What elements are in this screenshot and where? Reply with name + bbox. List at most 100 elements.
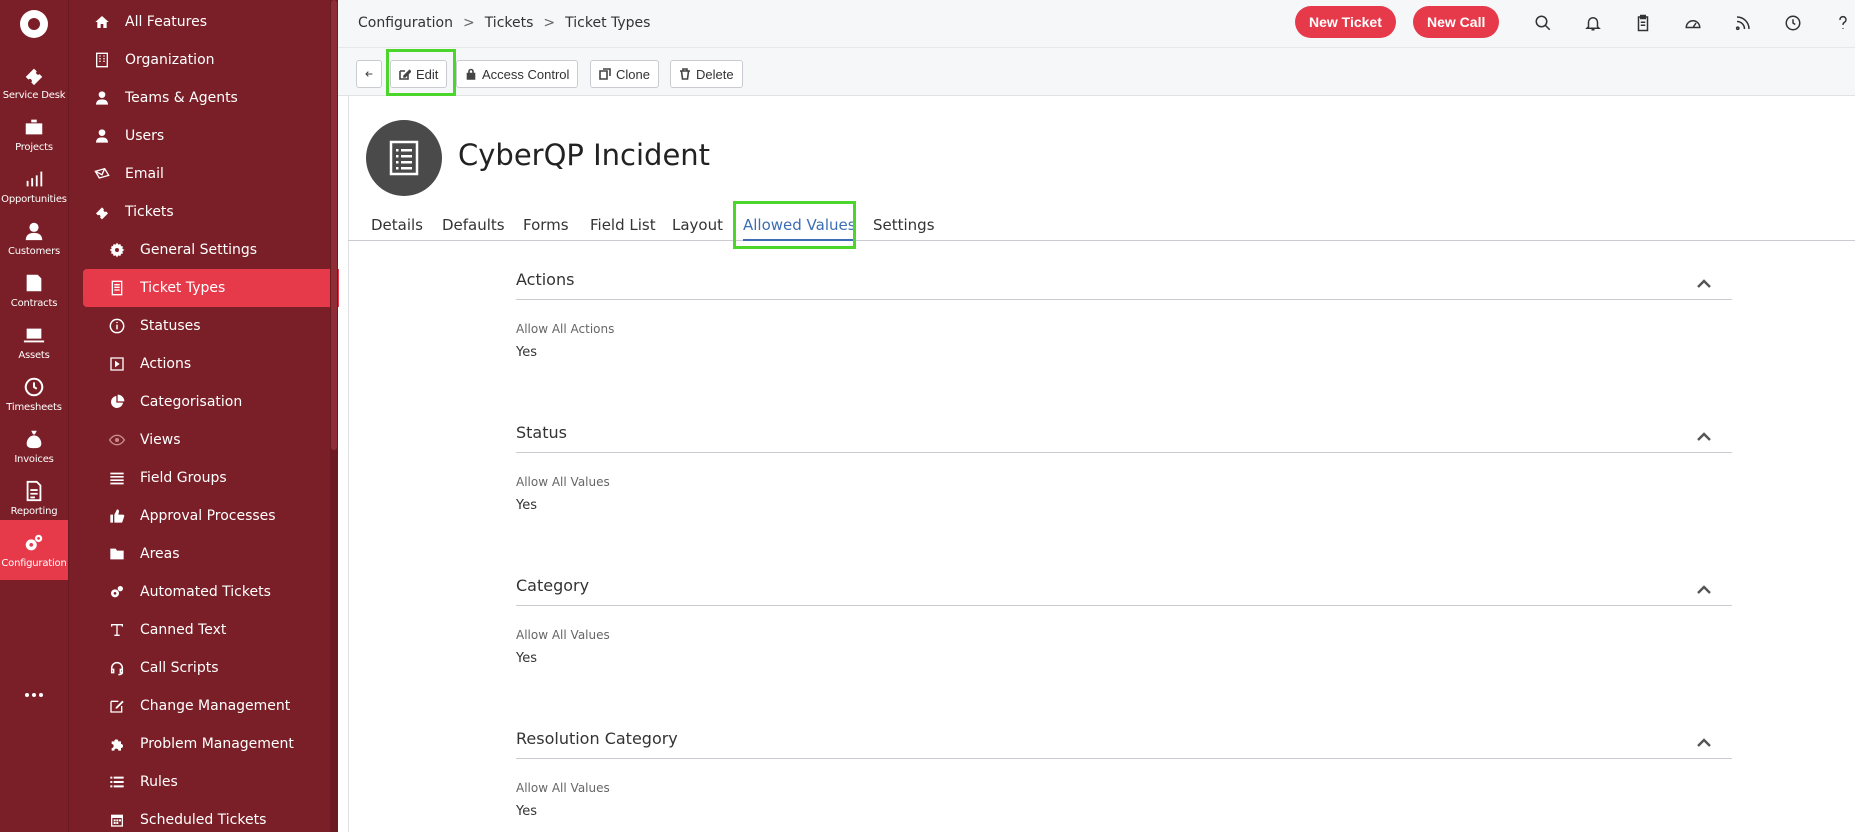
section-header[interactable]: Resolution Category: [516, 721, 1732, 759]
sidebar-item-ticket-types[interactable]: Ticket Types: [83, 269, 339, 307]
app-logo-icon[interactable]: [20, 10, 48, 38]
section-resolution-category: Resolution Category Allow All Values Yes: [516, 721, 1732, 819]
tab-field-list[interactable]: Field List: [590, 216, 656, 234]
document-icon: [108, 279, 126, 297]
rail-item-service-desk[interactable]: Service Desk: [0, 52, 68, 112]
building-icon: [93, 51, 111, 69]
scrollbar-thumb[interactable]: [331, 0, 337, 450]
sidebar-item-problem-management[interactable]: Problem Management: [83, 725, 339, 763]
lock-icon: [466, 68, 476, 80]
breadcrumb-configuration[interactable]: Configuration: [358, 15, 453, 31]
tab-forms[interactable]: Forms: [523, 216, 569, 234]
field-value: Yes: [516, 345, 537, 360]
sidebar-item-canned-text[interactable]: Canned Text: [83, 611, 339, 649]
chevron-up-icon[interactable]: [1696, 733, 1712, 747]
rail-item-timesheets[interactable]: Timesheets: [0, 364, 68, 424]
section-header[interactable]: Actions: [516, 262, 1732, 300]
rss-feed-icon[interactable]: [1732, 12, 1754, 34]
rail-item-invoices[interactable]: Invoices: [0, 416, 68, 476]
sidebar-item-general-settings[interactable]: General Settings: [83, 231, 339, 269]
sidebar-item-label: Organization: [125, 52, 215, 68]
rail-label: Assets: [18, 349, 50, 361]
sidebar-item-label: Change Management: [140, 698, 291, 714]
tab-layout[interactable]: Layout: [672, 216, 723, 234]
rail-label: Invoices: [14, 453, 54, 465]
top-bar: Configuration > Tickets > Ticket Types N…: [338, 0, 1855, 48]
clone-button[interactable]: Clone: [590, 60, 659, 88]
section-actions: Actions Allow All Actions Yes: [516, 262, 1732, 360]
rail-item-customers[interactable]: Customers: [0, 208, 68, 268]
edit-button-highlight: [386, 49, 456, 96]
rail-item-opportunities[interactable]: Opportunities: [0, 156, 68, 216]
tab-details[interactable]: Details: [371, 216, 423, 234]
sidebar-item-automated-tickets[interactable]: Automated Tickets: [83, 573, 339, 611]
sidebar-item-tickets[interactable]: Tickets: [83, 193, 339, 231]
sidebar-item-areas[interactable]: Areas: [83, 535, 339, 573]
moneybag-icon: [26, 430, 42, 448]
edit-icon: [108, 697, 126, 715]
section-title: Resolution Category: [516, 729, 678, 748]
sidebar-item-all-features[interactable]: All Features: [83, 3, 339, 41]
sidebar-item-field-groups[interactable]: Field Groups: [83, 459, 339, 497]
sidebar-item-call-scripts[interactable]: Call Scripts: [83, 649, 339, 687]
rail-label: Timesheets: [6, 401, 62, 413]
back-button[interactable]: [356, 60, 382, 88]
field-value: Yes: [516, 804, 537, 819]
tab-bar: Details Defaults Forms Field List Layout…: [348, 210, 1855, 241]
sidebar-item-approval-processes[interactable]: Approval Processes: [83, 497, 339, 535]
dashboard-gauge-icon[interactable]: [1682, 12, 1704, 34]
gears-icon: [108, 583, 126, 601]
chevron-up-icon[interactable]: [1696, 274, 1712, 288]
rail-item-projects[interactable]: Projects: [0, 104, 68, 164]
puzzle-icon: [108, 735, 126, 753]
rail-label: Service Desk: [2, 89, 66, 101]
clipboard-icon[interactable]: [1632, 12, 1654, 34]
section-header[interactable]: Status: [516, 415, 1732, 453]
sidebar-item-organization[interactable]: Organization: [83, 41, 339, 79]
chevron-up-icon[interactable]: [1696, 427, 1712, 441]
sidebar-item-statuses[interactable]: Statuses: [83, 307, 339, 345]
section-header[interactable]: Category: [516, 568, 1732, 606]
sidebar-item-email[interactable]: Email: [83, 155, 339, 193]
rail-item-contracts[interactable]: Contracts: [0, 260, 68, 320]
action-toolbar: Edit Access Control Clone Delete: [338, 48, 1855, 96]
history-clock-icon[interactable]: [1782, 12, 1804, 34]
sidebar-item-rules[interactable]: Rules: [83, 763, 339, 801]
sidebar-item-categorisation[interactable]: Categorisation: [83, 383, 339, 421]
sidebar-item-views[interactable]: Views: [83, 421, 339, 459]
delete-button[interactable]: Delete: [670, 60, 743, 88]
section-title: Status: [516, 423, 567, 442]
new-call-button[interactable]: New Call: [1413, 6, 1500, 38]
sidebar-item-change-management[interactable]: Change Management: [83, 687, 339, 725]
sidebar-scrollbar[interactable]: [330, 0, 338, 832]
more-icon[interactable]: [0, 680, 68, 710]
sidebar-item-users[interactable]: Users: [83, 117, 339, 155]
chevron-up-icon[interactable]: [1696, 580, 1712, 594]
field-label: Allow All Values: [516, 781, 610, 795]
headset-icon: [108, 659, 126, 677]
sidebar-item-scheduled-tickets[interactable]: Scheduled Tickets: [83, 801, 339, 832]
sidebar-item-label: Scheduled Tickets: [140, 812, 267, 828]
tab-settings[interactable]: Settings: [873, 216, 935, 234]
rail-item-configuration[interactable]: Configuration: [0, 520, 68, 580]
access-control-button[interactable]: Access Control: [456, 60, 579, 88]
rail-item-assets[interactable]: Assets: [0, 312, 68, 372]
help-icon[interactable]: [1832, 12, 1854, 34]
sidebar-item-label: Email: [125, 166, 164, 182]
ticket-type-avatar: [366, 120, 442, 196]
clock-icon: [24, 377, 44, 396]
person-icon: [93, 89, 111, 107]
list-icon: [108, 469, 126, 487]
bell-icon[interactable]: [1582, 12, 1604, 34]
rail-item-reporting[interactable]: Reporting: [0, 468, 68, 528]
breadcrumb-tickets[interactable]: Tickets: [485, 15, 534, 31]
sidebar-item-label: Automated Tickets: [140, 584, 271, 600]
new-ticket-button[interactable]: New Ticket: [1295, 6, 1396, 38]
tab-defaults[interactable]: Defaults: [442, 216, 505, 234]
text-icon: [108, 621, 126, 639]
sidebar-item-actions[interactable]: Actions: [83, 345, 339, 383]
sidebar-item-label: Ticket Types: [140, 280, 226, 296]
sidebar-item-teams-agents[interactable]: Teams & Agents: [83, 79, 339, 117]
search-icon[interactable]: [1532, 12, 1554, 34]
field-value: Yes: [516, 651, 537, 666]
